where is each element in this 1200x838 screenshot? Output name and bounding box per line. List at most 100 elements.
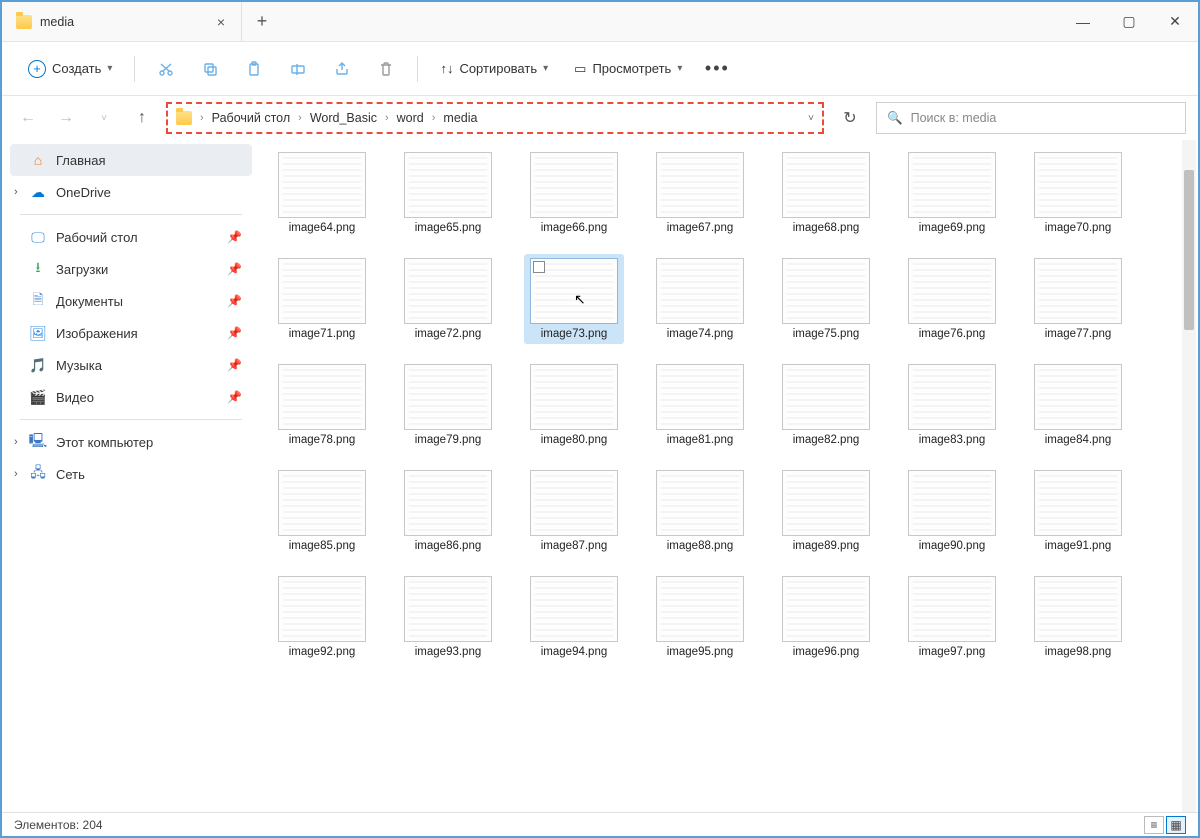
chevron-right-icon: › — [200, 112, 204, 124]
sidebar-this-pc[interactable]: ›🖳Этот компьютер — [10, 426, 252, 458]
expand-icon[interactable]: › — [14, 186, 18, 198]
file-item[interactable]: image95.png — [650, 572, 750, 662]
breadcrumb-item[interactable]: Word_Basic — [306, 111, 381, 125]
delete-button[interactable] — [367, 52, 405, 86]
breadcrumb-item[interactable]: Рабочий стол — [208, 111, 294, 125]
pin-icon[interactable]: 📌 — [227, 294, 242, 308]
file-item[interactable]: image75.png — [776, 254, 876, 344]
file-item[interactable]: image98.png — [1028, 572, 1128, 662]
file-item[interactable]: image96.png — [776, 572, 876, 662]
recent-chevron[interactable]: ˅ — [90, 104, 118, 132]
up-button[interactable]: ↑ — [128, 104, 156, 132]
file-item[interactable]: image92.png — [272, 572, 372, 662]
window-tab[interactable]: media × — [2, 2, 242, 41]
thumbnail — [404, 576, 492, 642]
back-button[interactable]: ← — [14, 104, 42, 132]
new-tab-button[interactable]: + — [242, 11, 282, 32]
pin-icon[interactable]: 📌 — [227, 230, 242, 244]
pin-icon[interactable]: 📌 — [227, 358, 242, 372]
share-button[interactable] — [323, 52, 361, 86]
file-name: image80.png — [541, 434, 608, 446]
file-pane[interactable]: image64.png image65.png image66.png image67… — [260, 140, 1198, 812]
expand-icon[interactable]: › — [14, 468, 18, 480]
breadcrumb-item[interactable]: media — [439, 111, 481, 125]
scrollbar-thumb[interactable] — [1184, 170, 1194, 330]
file-item[interactable]: image78.png — [272, 360, 372, 450]
file-item[interactable]: image84.png — [1028, 360, 1128, 450]
file-item[interactable]: image87.png — [524, 466, 624, 556]
copy-button[interactable] — [191, 52, 229, 86]
breadcrumb-bar[interactable]: › Рабочий стол › Word_Basic › word › med… — [166, 102, 824, 134]
file-item[interactable]: image76.png — [902, 254, 1002, 344]
pin-icon[interactable]: 📌 — [227, 262, 242, 276]
forward-button[interactable]: → — [52, 104, 80, 132]
file-item[interactable]: image85.png — [272, 466, 372, 556]
sidebar-music[interactable]: 🎵Музыка📌 — [10, 349, 252, 381]
file-item[interactable]: image82.png — [776, 360, 876, 450]
pin-icon[interactable]: 📌 — [227, 390, 242, 404]
thumbnail — [278, 258, 366, 324]
checkbox-icon[interactable] — [533, 261, 545, 273]
sidebar-onedrive[interactable]: › ☁ OneDrive — [10, 176, 252, 208]
file-item[interactable]: image74.png — [650, 254, 750, 344]
file-item[interactable]: image88.png — [650, 466, 750, 556]
file-name: image82.png — [793, 434, 860, 446]
file-item[interactable]: image97.png — [902, 572, 1002, 662]
search-input[interactable]: 🔍 Поиск в: media — [876, 102, 1186, 134]
sidebar-desktop[interactable]: 🖵Рабочий стол📌 — [10, 221, 252, 253]
file-item[interactable]: image89.png — [776, 466, 876, 556]
view-label: Просмотреть — [592, 61, 671, 76]
cut-button[interactable] — [147, 52, 185, 86]
file-name: image65.png — [415, 222, 482, 234]
file-item[interactable]: image66.png — [524, 148, 624, 238]
sidebar-pictures[interactable]: 🖼Изображения📌 — [10, 317, 252, 349]
sidebar-network[interactable]: ›🖧Сеть — [10, 458, 252, 490]
sidebar-video[interactable]: 🎬Видео📌 — [10, 381, 252, 413]
minimize-button[interactable]: — — [1060, 2, 1106, 42]
file-item[interactable]: image80.png — [524, 360, 624, 450]
thumbnail — [782, 364, 870, 430]
thumbnails-view-button[interactable]: ▦ — [1166, 816, 1186, 834]
file-item[interactable]: image83.png — [902, 360, 1002, 450]
file-item[interactable]: image79.png — [398, 360, 498, 450]
sidebar-home[interactable]: ⌂ Главная — [10, 144, 252, 176]
titlebar: media × + — ▢ ✕ — [2, 2, 1198, 42]
create-label: Создать — [52, 61, 101, 76]
close-tab-icon[interactable]: × — [213, 14, 229, 30]
file-item[interactable]: image67.png — [650, 148, 750, 238]
file-item[interactable]: image86.png — [398, 466, 498, 556]
file-item[interactable]: image94.png — [524, 572, 624, 662]
pin-icon[interactable]: 📌 — [227, 326, 242, 340]
file-item[interactable]: image93.png — [398, 572, 498, 662]
file-item[interactable]: image81.png — [650, 360, 750, 450]
scrollbar[interactable] — [1182, 140, 1196, 812]
file-item[interactable]: image69.png — [902, 148, 1002, 238]
plus-circle-icon: + — [28, 60, 46, 78]
file-item[interactable]: image65.png — [398, 148, 498, 238]
rename-button[interactable] — [279, 52, 317, 86]
thumbnail — [1034, 258, 1122, 324]
file-item[interactable]: image72.png — [398, 254, 498, 344]
file-item[interactable]: image64.png — [272, 148, 372, 238]
sort-button[interactable]: ↑↓ Сортировать ▾ — [430, 52, 558, 86]
file-item[interactable]: image91.png — [1028, 466, 1128, 556]
file-item[interactable]: ↖image73.png — [524, 254, 624, 344]
paste-button[interactable] — [235, 52, 273, 86]
breadcrumb-item[interactable]: word — [393, 111, 428, 125]
file-item[interactable]: image71.png — [272, 254, 372, 344]
file-item[interactable]: image68.png — [776, 148, 876, 238]
file-item[interactable]: image70.png — [1028, 148, 1128, 238]
create-button[interactable]: + Создать ▾ — [18, 52, 122, 86]
file-item[interactable]: image90.png — [902, 466, 1002, 556]
maximize-button[interactable]: ▢ — [1106, 2, 1152, 42]
expand-icon[interactable]: › — [14, 436, 18, 448]
details-view-button[interactable]: ≡ — [1144, 816, 1164, 834]
refresh-button[interactable]: ↻ — [834, 102, 866, 134]
sidebar-downloads[interactable]: ⭳Загрузки📌 — [10, 253, 252, 285]
view-button[interactable]: ▭ Просмотреть ▾ — [564, 52, 692, 86]
sidebar-documents[interactable]: 🗎Документы📌 — [10, 285, 252, 317]
close-button[interactable]: ✕ — [1152, 2, 1198, 42]
file-item[interactable]: image77.png — [1028, 254, 1128, 344]
more-button[interactable]: ••• — [698, 52, 736, 86]
chevron-down-icon[interactable]: ˅ — [808, 113, 814, 124]
